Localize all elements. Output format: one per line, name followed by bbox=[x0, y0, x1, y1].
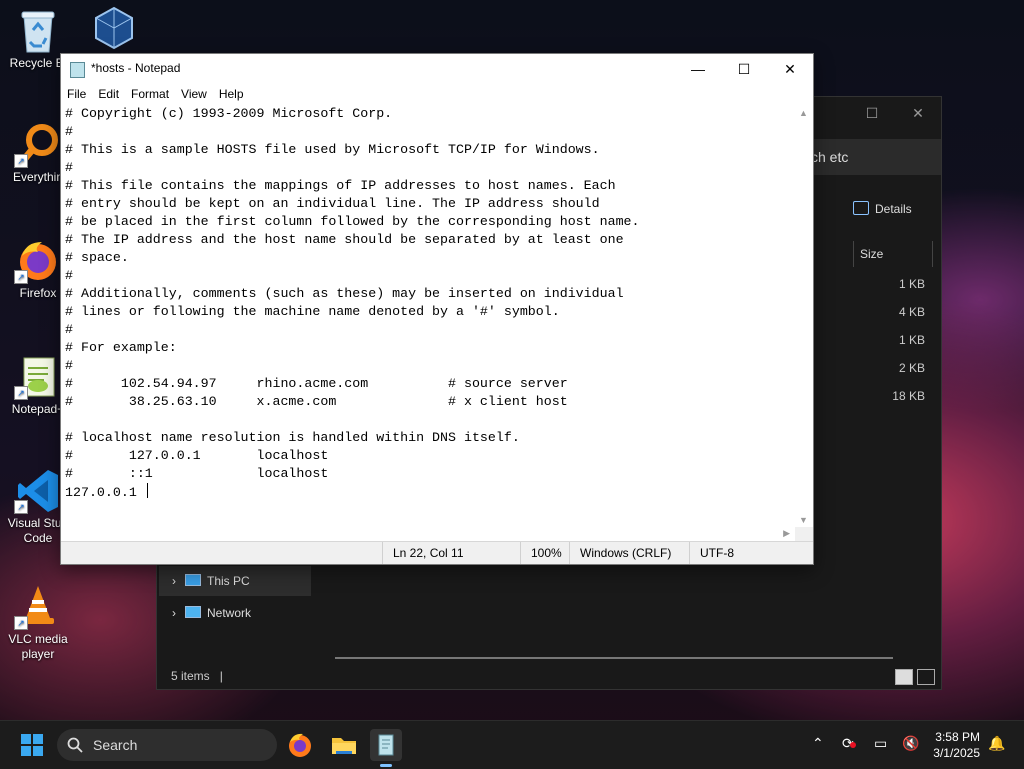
chevron-right-icon: › bbox=[172, 606, 176, 620]
taskbar-firefox[interactable] bbox=[284, 729, 316, 761]
scroll-up-icon[interactable]: ▲ bbox=[799, 108, 808, 118]
menu-bar: File Edit Format View Help bbox=[61, 84, 813, 104]
network-icon[interactable]: ▭ bbox=[874, 735, 887, 752]
shortcut-arrow-icon: ↗ bbox=[14, 270, 28, 284]
taskbar-search[interactable]: Search bbox=[57, 729, 277, 761]
file-size: 18 KB bbox=[892, 389, 925, 403]
menu-file[interactable]: File bbox=[61, 84, 92, 101]
shortcut-arrow-icon: ↗ bbox=[14, 154, 28, 168]
large-icons-view-toggle[interactable] bbox=[917, 669, 935, 685]
notepad-icon bbox=[378, 734, 394, 756]
menu-view[interactable]: View bbox=[175, 84, 213, 101]
notification-dot bbox=[849, 742, 856, 748]
desktop-icon-vlc[interactable]: ↗ VLC media player bbox=[0, 584, 76, 662]
chevron-up-icon[interactable]: ⌃ bbox=[812, 735, 824, 752]
menu-help[interactable]: Help bbox=[213, 84, 250, 101]
desktop-icon-label: VLC media player bbox=[8, 632, 68, 661]
taskbar-notepad[interactable] bbox=[370, 729, 402, 767]
maximize-button[interactable]: ☐ bbox=[721, 54, 767, 84]
shortcut-arrow-icon: ↗ bbox=[14, 386, 28, 400]
explorer-maximize-button[interactable]: ☐ bbox=[849, 97, 895, 129]
encoding: UTF-8 bbox=[689, 542, 734, 564]
column-header-size[interactable]: Size bbox=[853, 241, 933, 267]
details-pane-icon bbox=[853, 201, 869, 215]
recycle-bin-icon bbox=[16, 8, 60, 53]
vlc-icon: ↗ bbox=[14, 584, 60, 630]
horizontal-scrollbar[interactable]: ▶ bbox=[61, 526, 794, 542]
vertical-scrollbar[interactable]: ▲ ▼ bbox=[795, 104, 813, 527]
item-count: 5 items | bbox=[171, 669, 223, 683]
vscode-icon: ↗ bbox=[14, 468, 60, 514]
file-size: 4 KB bbox=[898, 305, 925, 319]
update-icon[interactable]: ⟳ bbox=[842, 735, 856, 752]
volume-muted-icon[interactable]: 🔇 bbox=[902, 735, 919, 752]
text-cursor bbox=[146, 483, 148, 498]
scroll-right-icon[interactable]: ▶ bbox=[783, 528, 790, 539]
explorer-address-bar[interactable]: ch etc bbox=[811, 139, 941, 175]
search-icon bbox=[67, 737, 83, 753]
details-button[interactable]: Details bbox=[853, 201, 912, 216]
cursor-position: Ln 22, Col 11 bbox=[382, 542, 464, 564]
status-bar: Ln 22, Col 11 100% Windows (CRLF) UTF-8 bbox=[61, 541, 813, 564]
editor-text[interactable]: # Copyright (c) 1993-2009 Microsoft Corp… bbox=[61, 104, 794, 502]
network-icon bbox=[185, 606, 201, 618]
file-size: 2 KB bbox=[898, 361, 925, 375]
line-ending: Windows (CRLF) bbox=[569, 542, 671, 564]
virtualbox-icon bbox=[92, 6, 136, 50]
explorer-close-button[interactable]: ✕ bbox=[895, 97, 941, 129]
explorer-horizontal-scrollbar[interactable] bbox=[335, 657, 893, 659]
notepad-title-bar[interactable]: *hosts - Notepad — ☐ ✕ bbox=[61, 54, 813, 84]
taskbar: Search ⌃ ⟳ ▭ 🔇 3:58 PM 3/1/2025 🔔 bbox=[0, 720, 1024, 769]
file-size: 1 KB bbox=[898, 277, 925, 291]
notification-bell-icon[interactable]: 🔔 bbox=[988, 735, 1005, 752]
minimize-button[interactable]: — bbox=[675, 54, 721, 84]
nav-item-network[interactable]: › Network bbox=[159, 598, 311, 628]
file-size: 1 KB bbox=[898, 333, 925, 347]
menu-format[interactable]: Format bbox=[125, 84, 175, 101]
shortcut-arrow-icon: ↗ bbox=[14, 500, 28, 514]
notepad-window: *hosts - Notepad — ☐ ✕ File Edit Format Vie… bbox=[60, 53, 814, 565]
clock-date: 3/1/2025 bbox=[933, 746, 980, 760]
search-label: Search bbox=[93, 737, 138, 753]
zoom-level: 100% bbox=[520, 542, 562, 564]
text-editor[interactable]: # Copyright (c) 1993-2009 Microsoft Corp… bbox=[61, 104, 794, 576]
folder-icon bbox=[332, 738, 356, 754]
desktop-icon-virtualbox[interactable] bbox=[76, 6, 152, 54]
start-button[interactable] bbox=[16, 729, 48, 761]
clock[interactable]: 3:58 PM 3/1/2025 bbox=[933, 729, 980, 761]
shortcut-arrow-icon: ↗ bbox=[14, 616, 28, 630]
firefox-icon bbox=[289, 733, 311, 757]
scroll-down-icon[interactable]: ▼ bbox=[799, 515, 808, 525]
notepad-plus-plus-icon: ↗ bbox=[14, 354, 60, 400]
close-button[interactable]: ✕ bbox=[767, 54, 813, 84]
taskbar-file-explorer[interactable] bbox=[328, 729, 360, 761]
notepad-app-icon bbox=[70, 62, 85, 78]
firefox-icon: ↗ bbox=[14, 238, 60, 284]
everything-search-icon: ↗ bbox=[14, 122, 60, 168]
clock-time: 3:58 PM bbox=[935, 730, 980, 744]
windows-logo-icon bbox=[21, 734, 43, 756]
active-indicator bbox=[380, 764, 392, 767]
menu-edit[interactable]: Edit bbox=[92, 84, 125, 101]
details-view-toggle[interactable] bbox=[895, 669, 913, 685]
window-title: *hosts - Notepad bbox=[91, 61, 181, 75]
